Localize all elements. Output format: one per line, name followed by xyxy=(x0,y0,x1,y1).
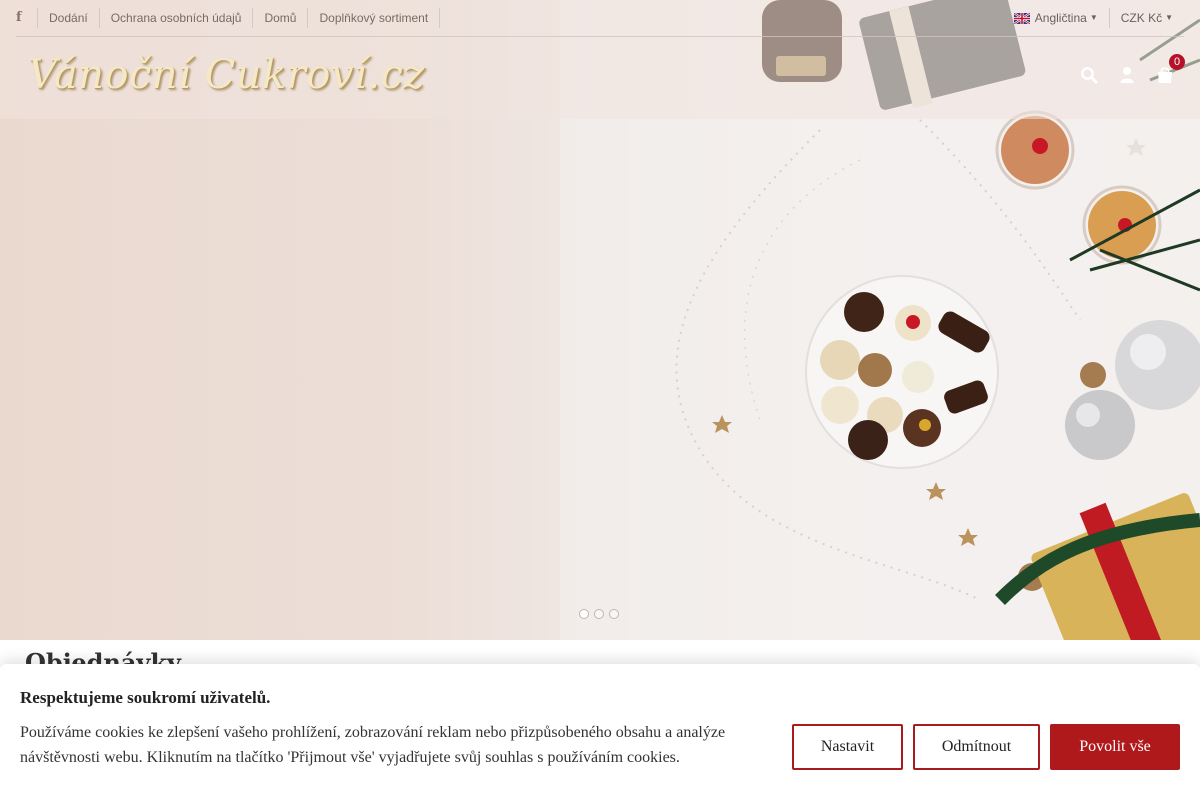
chevron-down-icon: ▼ xyxy=(1165,13,1173,22)
nav-link-extra-assortment[interactable]: Doplňkový sortiment xyxy=(308,8,441,28)
cart-button[interactable]: 0 xyxy=(1156,54,1185,84)
slider-pagination xyxy=(579,609,619,619)
site-header: f Dodání Ochrana osobních údajů Domů Dop… xyxy=(0,0,1200,119)
utility-bar: f Dodání Ochrana osobních údajů Domů Dop… xyxy=(16,0,1184,37)
site-logo[interactable]: Vánoční Cukroví.cz xyxy=(28,52,425,98)
cookie-accept-all-button[interactable]: Povolit vše xyxy=(1050,724,1180,770)
chevron-down-icon: ▼ xyxy=(1089,13,1098,22)
nav-link-dodani[interactable]: Dodání xyxy=(38,8,100,28)
cookie-description: Používáme cookies ke zlepšení vašeho pro… xyxy=(20,724,726,766)
header-actions: 0 xyxy=(1080,54,1185,84)
slider-dot[interactable] xyxy=(594,609,604,619)
cookie-consent-banner: Respektujeme soukromí uživatelů. Používá… xyxy=(0,664,1200,800)
utility-right: Angličtina ▼ CZK Kč ▼ xyxy=(1003,8,1184,28)
search-icon[interactable] xyxy=(1080,66,1098,84)
user-icon[interactable] xyxy=(1118,66,1136,84)
cart-icon xyxy=(1158,67,1172,83)
facebook-icon[interactable]: f xyxy=(16,8,38,28)
slider-dot[interactable] xyxy=(609,609,619,619)
language-label: Angličtina xyxy=(1034,11,1087,25)
currency-selector[interactable]: CZK Kč ▼ xyxy=(1108,8,1184,28)
currency-label: CZK Kč xyxy=(1120,11,1163,25)
uk-flag-icon xyxy=(1013,12,1030,24)
cookie-reject-button[interactable]: Odmítnout xyxy=(913,724,1040,770)
cookie-title: Respektujeme soukromí uživatelů. xyxy=(20,688,271,707)
nav-link-privacy[interactable]: Ochrana osobních údajů xyxy=(100,8,254,28)
nav-link-home[interactable]: Domů xyxy=(253,8,309,28)
language-selector[interactable]: Angličtina ▼ xyxy=(1003,8,1109,28)
cookie-settings-button[interactable]: Nastavit xyxy=(792,724,903,770)
cart-count-badge: 0 xyxy=(1169,54,1185,70)
slider-dot[interactable] xyxy=(579,609,589,619)
